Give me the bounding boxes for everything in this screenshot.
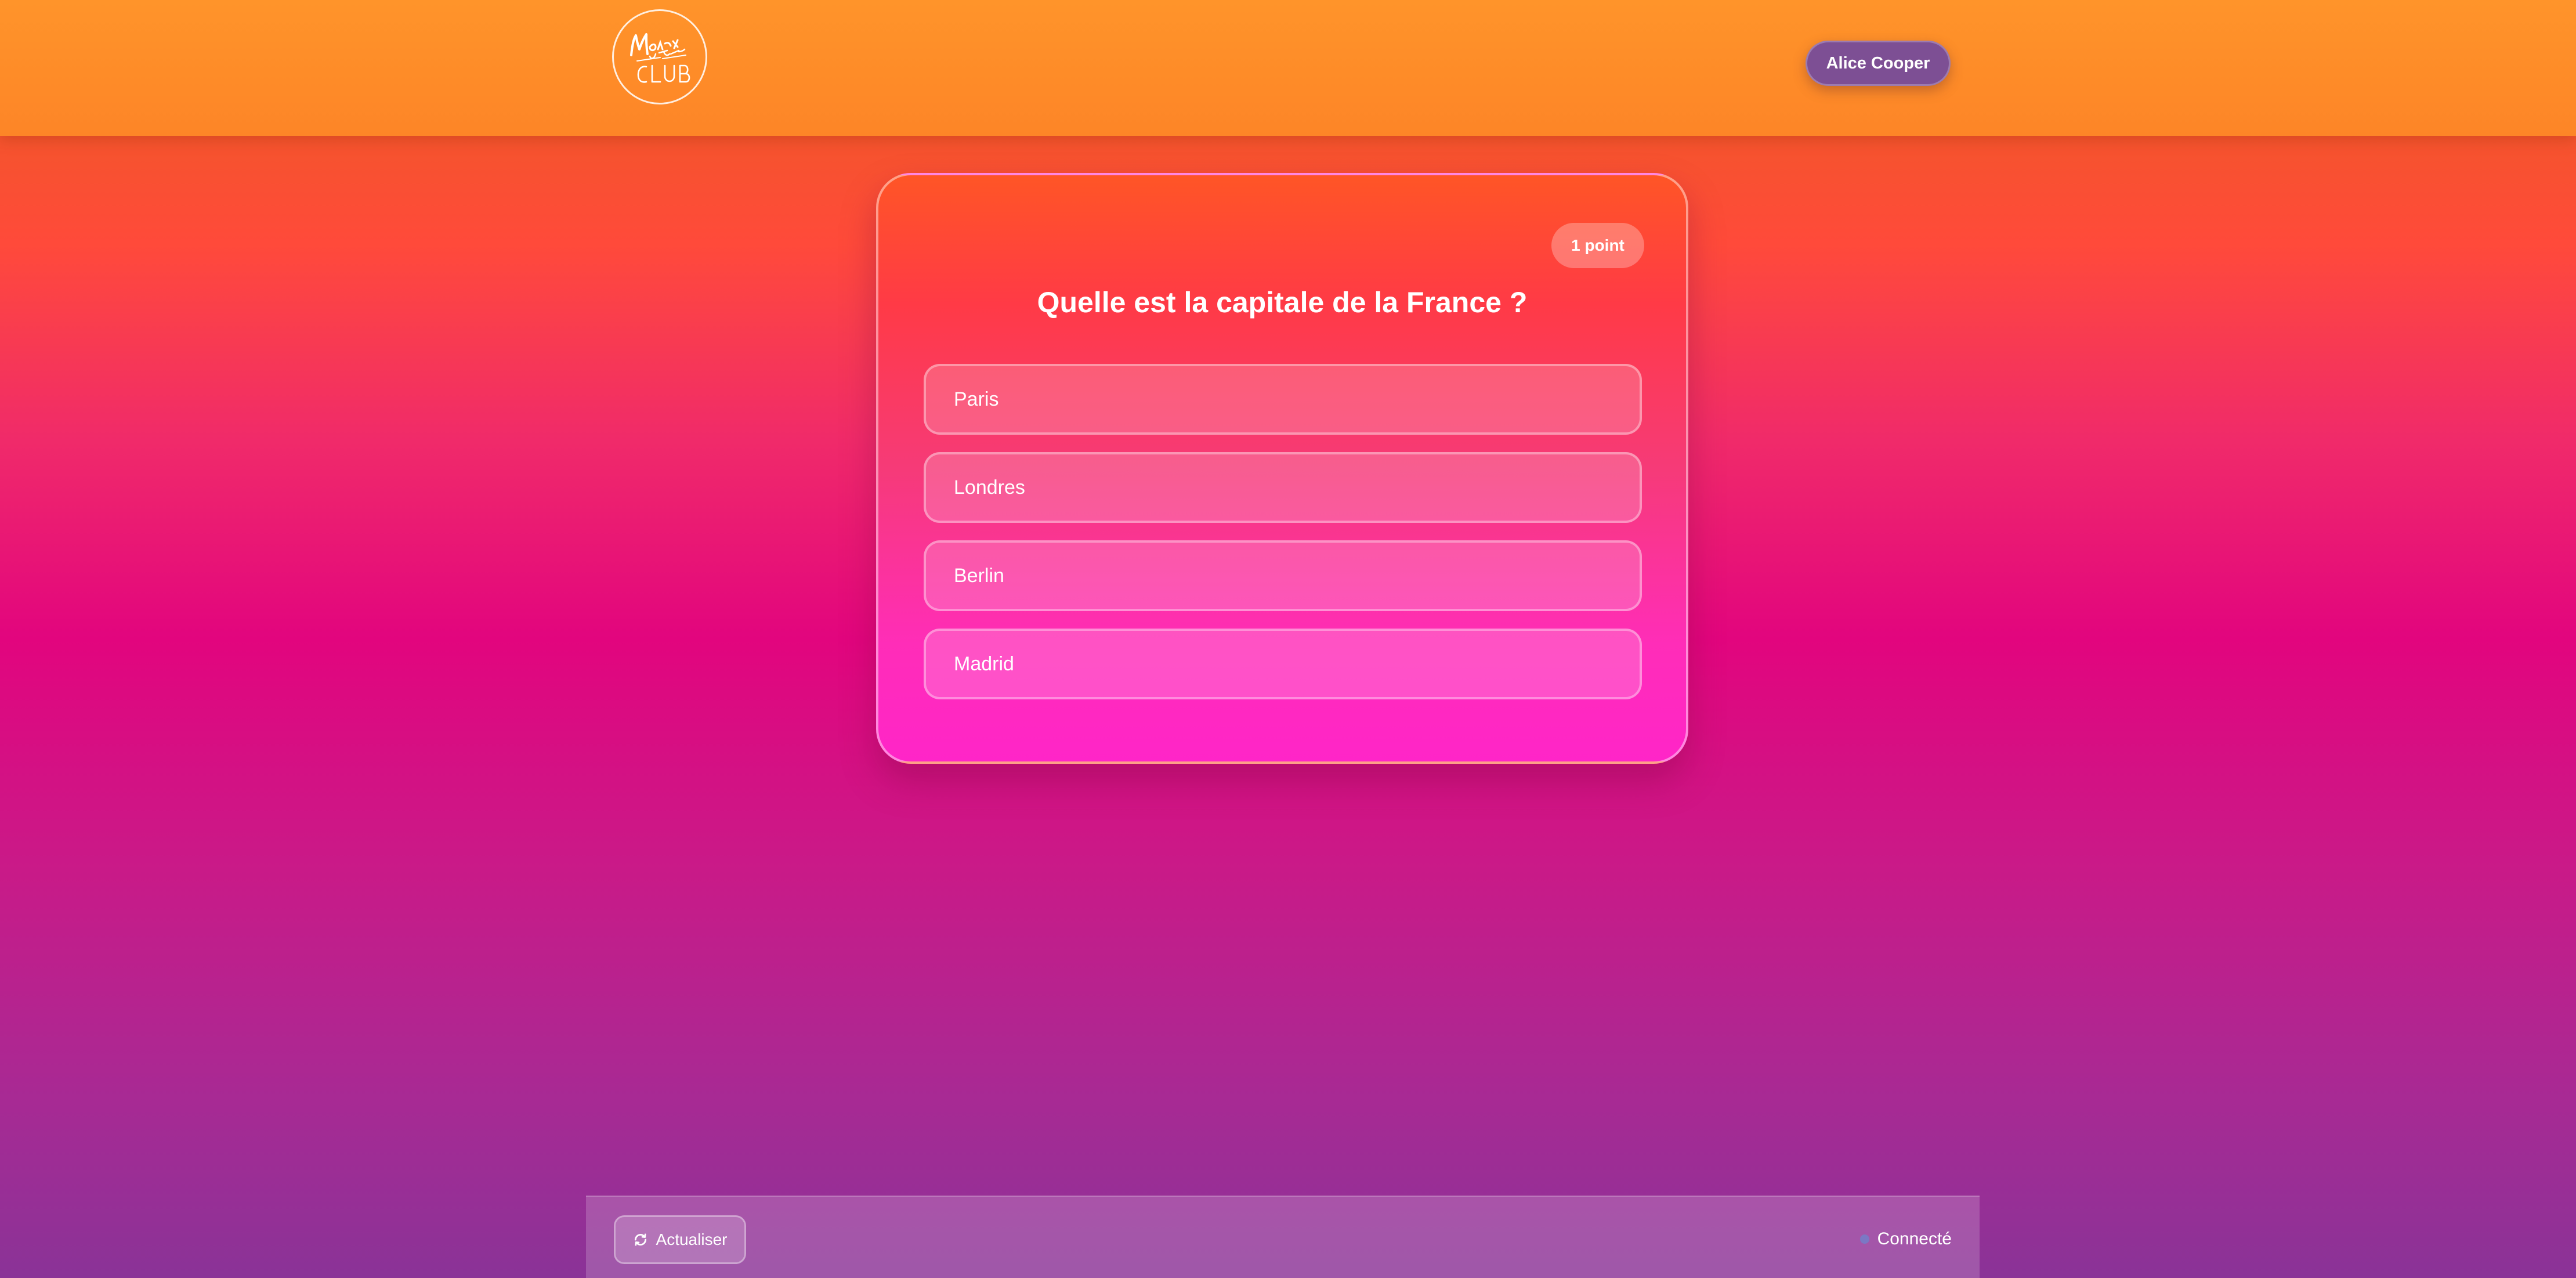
question-card: 1 point Quelle est la capitale de la Fra… [876, 173, 1688, 764]
answer-label: Paris [954, 388, 999, 410]
question-text: Quelle est la capitale de la France ? [1037, 286, 1528, 319]
refresh-label: Actualiser [656, 1230, 728, 1248]
points-badge: 1 point [1551, 223, 1644, 268]
points-label: 1 point [1571, 236, 1625, 254]
connection-status: Connecté [1859, 1225, 1952, 1254]
club-logo[interactable] [612, 9, 707, 104]
answer-label: Berlin [954, 564, 1004, 587]
answer-option[interactable]: Berlin [924, 540, 1642, 611]
answer-list: Paris Londres Berlin Madrid [924, 364, 1642, 717]
refresh-icon [634, 1233, 646, 1246]
answer-option[interactable]: Paris [924, 364, 1642, 435]
user-menu-button[interactable]: Alice Cooper [1806, 41, 1951, 86]
user-name: Alice Cooper [1826, 53, 1930, 73]
logo-graphic [630, 33, 690, 83]
answer-option[interactable]: Londres [924, 452, 1642, 523]
refresh-button[interactable]: Actualiser [614, 1215, 746, 1264]
answer-label: Madrid [954, 652, 1014, 675]
answer-option[interactable]: Madrid [924, 629, 1642, 699]
status-label: Connecté [1877, 1229, 1952, 1248]
status-dot-icon [1859, 1234, 1869, 1244]
top-header: Alice Cooper [0, 0, 2576, 136]
footer-bar: Actualiser Connecté [586, 1196, 1980, 1278]
answer-label: Londres [954, 476, 1025, 499]
